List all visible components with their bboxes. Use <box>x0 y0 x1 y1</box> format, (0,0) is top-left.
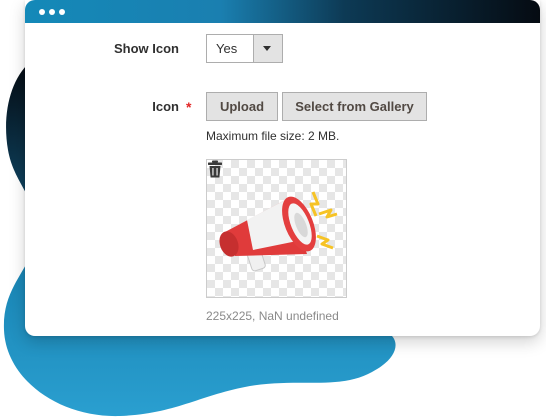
show-icon-label: Show Icon <box>114 41 179 56</box>
show-icon-value: Yes <box>216 41 238 56</box>
trash-icon[interactable] <box>207 160 223 178</box>
select-toggle[interactable] <box>253 35 282 62</box>
app-window: Show Icon Yes Icon * Upload Select from … <box>25 0 540 336</box>
window-control-dot[interactable] <box>49 9 55 15</box>
megaphone-icon <box>219 191 338 272</box>
image-meta: 225x225, NaN undefined <box>206 309 339 323</box>
max-file-size-note: Maximum file size: 2 MB. <box>206 129 340 143</box>
icon-label: Icon <box>152 99 179 114</box>
image-preview[interactable] <box>206 159 347 298</box>
window-titlebar <box>25 0 540 23</box>
required-marker: * <box>186 99 192 115</box>
chevron-down-icon <box>263 46 271 51</box>
upload-button[interactable]: Upload <box>206 92 278 121</box>
show-icon-select[interactable]: Yes <box>206 34 283 63</box>
window-control-dot[interactable] <box>39 9 45 15</box>
select-from-gallery-button[interactable]: Select from Gallery <box>282 92 427 121</box>
window-control-dot[interactable] <box>59 9 65 15</box>
